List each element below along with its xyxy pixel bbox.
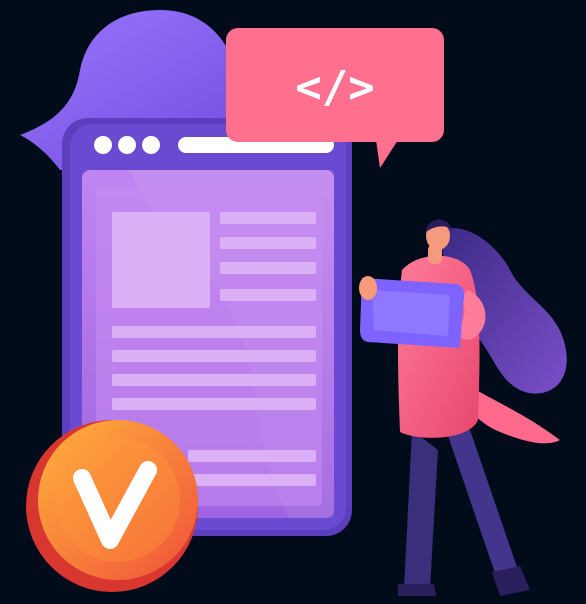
check-coin	[26, 420, 198, 592]
browser-dots-icon	[94, 136, 160, 154]
illustration-scene: </>	[0, 0, 586, 604]
image-placeholder	[112, 212, 210, 308]
person-figure	[359, 219, 567, 596]
code-icon: </>	[295, 62, 374, 113]
svg-text:</>: </>	[295, 62, 374, 113]
